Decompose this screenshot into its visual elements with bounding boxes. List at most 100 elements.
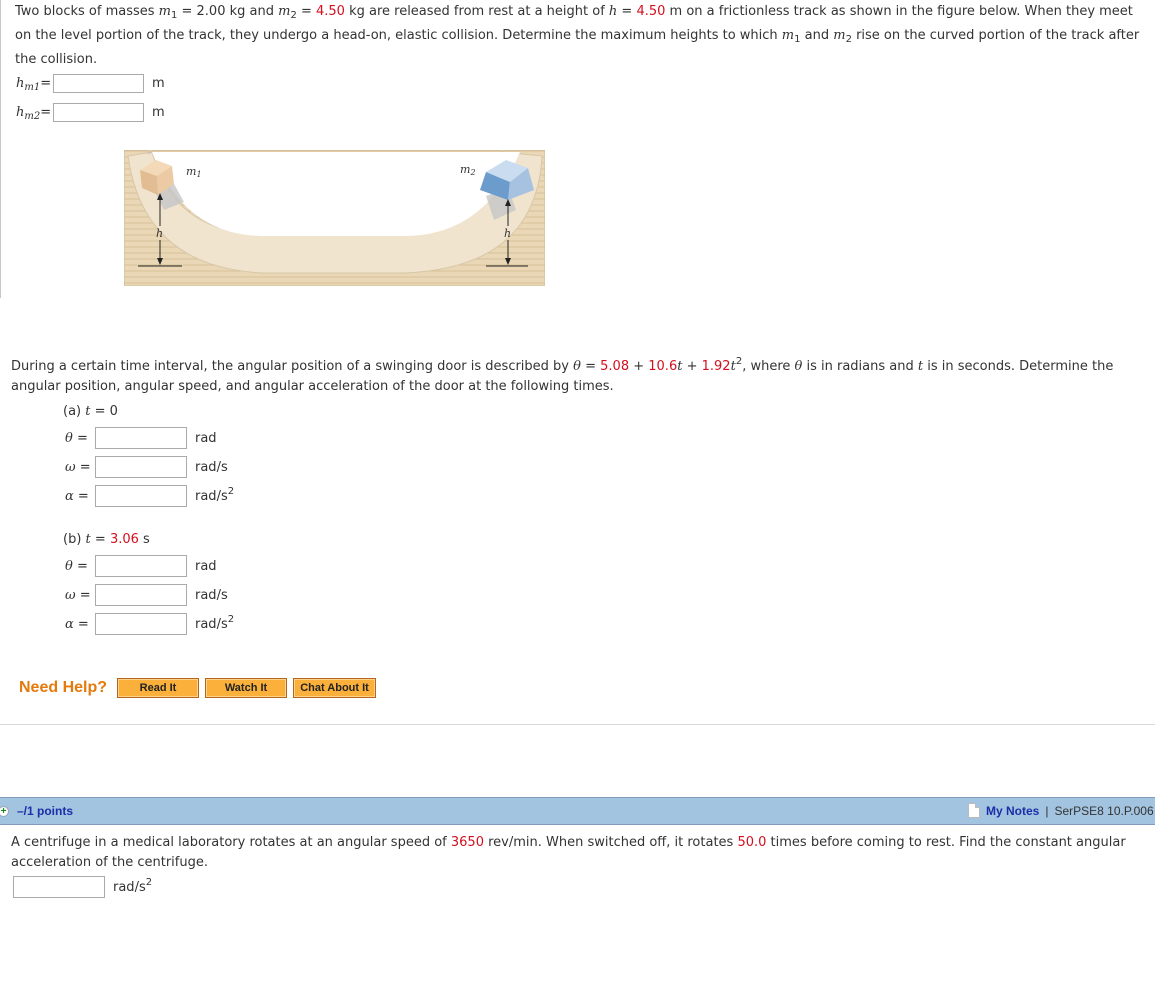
m2-value: 4.50 <box>315 4 345 19</box>
part-a-alpha-input[interactable] <box>95 485 187 507</box>
theta-label: θ = <box>65 559 95 574</box>
theta-symbol: θ <box>65 430 73 446</box>
read-it-button[interactable]: Read It <box>117 678 200 698</box>
hm2-subscript: m2 <box>24 110 41 122</box>
chat-about-it-button[interactable]: Chat About It <box>293 678 377 698</box>
unit-text: rad/s <box>195 616 228 632</box>
points-label: –/1 points <box>17 804 74 818</box>
part-b-theta-input[interactable] <box>95 555 187 577</box>
unit-text: rad/s <box>113 879 146 895</box>
equals-sign: = <box>75 459 91 475</box>
hm1-unit: m <box>152 75 165 91</box>
part-a-omega-input[interactable] <box>95 456 187 478</box>
equals-sign: = <box>90 404 110 419</box>
part-b-alpha-row: α = rad/s2 <box>65 613 234 635</box>
notes-area: My Notes | SerPSE8 10.P.006 <box>968 803 1154 818</box>
part-b-alpha-input[interactable] <box>95 613 187 635</box>
text-fragment: + <box>682 359 702 374</box>
time-unit: s <box>138 532 150 547</box>
unit: rad/s <box>195 587 228 603</box>
unit: rad/s2 <box>195 485 235 504</box>
theta-symbol: θ <box>65 558 73 574</box>
equals-sign: = <box>90 532 110 547</box>
m1-symbol: m <box>781 28 795 43</box>
question-3-text: A centrifuge in a medical laboratory rot… <box>11 833 1141 873</box>
hm1-subscript: m1 <box>24 81 41 93</box>
time-value: 3.06 <box>109 532 139 547</box>
equals-sign: = <box>40 75 52 91</box>
part-b-label: (b) t = 3.06 s <box>63 532 150 547</box>
unit: rad <box>195 430 217 446</box>
part-a-alpha-row: α = rad/s2 <box>65 485 234 507</box>
part-a-omega-row: ω = rad/s <box>65 456 228 478</box>
track-diagram: m1 m2 h h <box>123 148 546 287</box>
note-icon[interactable] <box>968 803 980 818</box>
hm1-input[interactable] <box>53 73 144 93</box>
unit: rad <box>195 558 217 574</box>
theta-symbol: θ <box>573 359 581 374</box>
equals-sign: = <box>73 488 89 504</box>
question-divider <box>0 724 1155 725</box>
expand-plus-icon[interactable]: + <box>0 806 9 817</box>
m2-symbol: m <box>278 4 291 19</box>
question-1: Two blocks of masses m1 = 2.00 kg and m2… <box>15 0 1140 72</box>
question-left-border <box>0 0 1 298</box>
coefficient-c1: 10.6 <box>648 359 678 374</box>
answer-row-hm2: hm2= m <box>16 101 165 123</box>
text-fragment: = <box>580 359 601 374</box>
alpha-symbol: α <box>65 616 74 632</box>
watch-it-button[interactable]: Watch It <box>205 678 288 698</box>
part-a-label: (a) t = 0 <box>63 404 118 419</box>
unit: rad/s2 <box>195 613 235 632</box>
equals-sign: = <box>75 587 91 603</box>
need-help-bar: Need Help? Read It Watch It Chat About I… <box>19 678 382 698</box>
alpha-symbol: α <box>65 488 74 504</box>
unit: rad/s <box>195 459 228 475</box>
unit-exponent: 2 <box>227 613 235 625</box>
alpha-label: α = <box>65 617 95 632</box>
unit-exponent: 2 <box>227 485 235 497</box>
part-a-theta-row: θ = rad <box>65 427 217 449</box>
time-value: 0 <box>109 404 118 419</box>
hm2-label: hm2= <box>16 104 56 122</box>
equals-sign: = <box>73 616 89 632</box>
equals-sign: = <box>72 430 88 446</box>
theta-label: θ = <box>65 431 95 446</box>
equals-sign: = <box>72 558 88 574</box>
question-3-header: + –/1 points My Notes | SerPSE8 10.P.006 <box>0 797 1155 825</box>
text-fragment: and <box>800 28 834 43</box>
h-label-left: h <box>156 227 163 240</box>
unit-text: rad/s <box>195 488 228 504</box>
text-fragment: rev/min. When switched off, it rotates <box>483 835 738 850</box>
separator: | <box>1045 803 1049 818</box>
speed-value: 3650 <box>450 835 484 850</box>
part-prefix: (b) <box>63 532 86 547</box>
question-1-text: Two blocks of masses m1 = 2.00 kg and m2… <box>15 0 1140 72</box>
track-figure: m1 m2 h h <box>123 148 546 287</box>
part-b-theta-row: θ = rad <box>65 555 217 577</box>
alpha-label: α = <box>65 489 95 504</box>
text-fragment: is in radians and <box>802 359 918 374</box>
unit: rad/s2 <box>113 876 153 895</box>
angular-acceleration-input[interactable] <box>13 876 105 898</box>
hm2-input[interactable] <box>53 102 144 122</box>
text-fragment: kg are released from rest at a height of <box>344 4 609 19</box>
question-3-answer-row: rad/s2 <box>13 876 152 898</box>
equals-sign: = <box>40 104 52 120</box>
hm2-unit: m <box>152 104 165 120</box>
question-2-text: During a certain time interval, the angu… <box>11 357 1141 397</box>
question-id: SerPSE8 10.P.006 <box>1054 803 1154 818</box>
hm1-label: hm1= <box>16 75 56 93</box>
part-b-omega-input[interactable] <box>95 584 187 606</box>
unit-exponent: 2 <box>145 876 153 888</box>
my-notes-link[interactable]: My Notes <box>986 804 1039 818</box>
omega-symbol: ω <box>65 459 76 475</box>
turns-value: 50.0 <box>737 835 767 850</box>
question-2: During a certain time interval, the angu… <box>11 357 1141 397</box>
answer-row-hm1: hm1= m <box>16 72 165 94</box>
part-a-theta-input[interactable] <box>95 427 187 449</box>
text-fragment: Two blocks of masses <box>15 4 159 19</box>
omega-label: ω = <box>65 588 95 603</box>
omega-symbol: ω <box>65 587 76 603</box>
text-fragment: = <box>296 4 316 19</box>
